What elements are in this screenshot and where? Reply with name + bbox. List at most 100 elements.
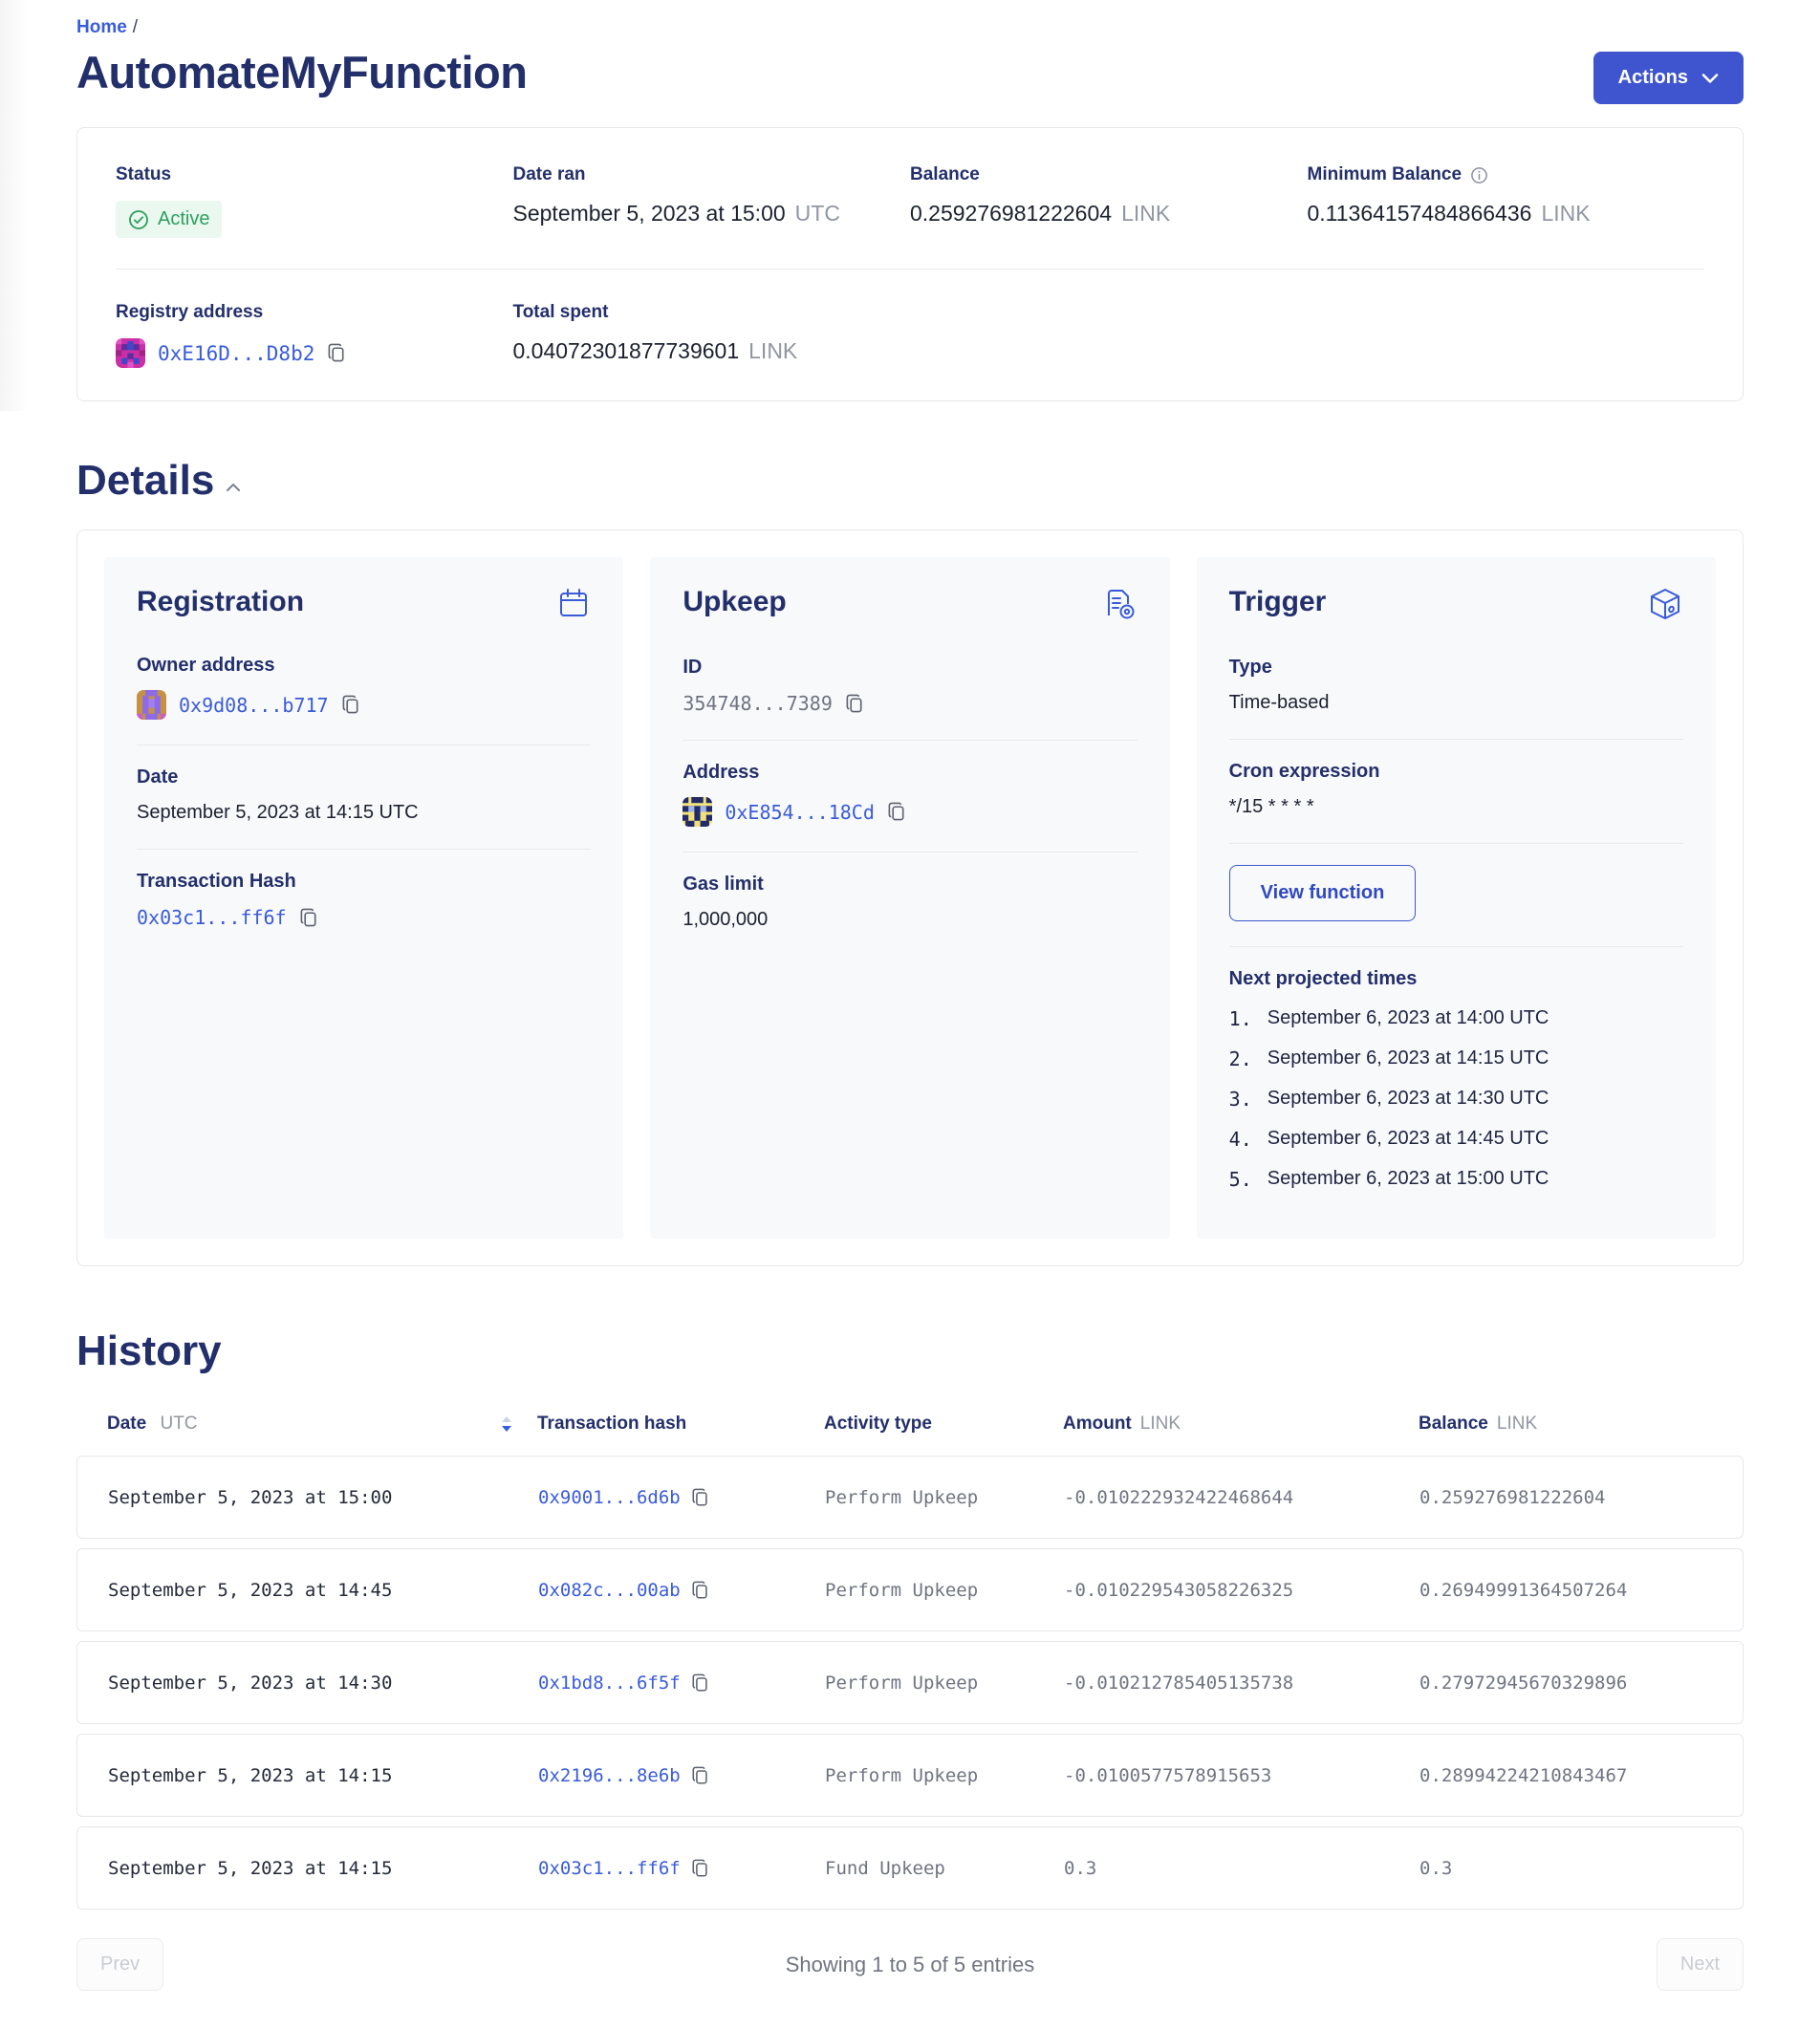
copy-icon[interactable] <box>691 1673 710 1694</box>
registry-address-field: Registry address 0xE16D...D8b2 <box>116 302 513 368</box>
table-row: September 5, 2023 at 14:15 0x2196...8e6b… <box>76 1734 1744 1817</box>
row-balance: 0.259276981222604 <box>1419 1487 1743 1508</box>
projected-time-item: 5. September 6, 2023 at 15:00 UTC <box>1229 1168 1683 1191</box>
row-balance: 0.3 <box>1419 1858 1743 1879</box>
owner-identicon <box>137 690 166 720</box>
total-spent-field: Total spent 0.04072301877739601 LINK <box>513 302 911 368</box>
trigger-type-label: Type <box>1229 657 1683 679</box>
registry-address-label: Registry address <box>116 302 513 323</box>
row-hash-link[interactable]: 0x9001...6d6b <box>538 1487 681 1508</box>
status-badge: Active <box>116 201 222 238</box>
row-hash-link[interactable]: 0x1bd8...6f5f <box>538 1673 681 1694</box>
projected-time-index: 3. <box>1229 1088 1252 1111</box>
projected-time-text: September 6, 2023 at 14:15 UTC <box>1268 1047 1549 1070</box>
upkeep-id-label: ID <box>682 657 1137 679</box>
column-header-balance: Balance LINK <box>1419 1414 1744 1435</box>
min-balance-field: Minimum Balance 0.11364157484866436 LINK <box>1308 164 1705 238</box>
balance-unit: LINK <box>1121 201 1170 227</box>
sort-icon[interactable] <box>501 1416 512 1432</box>
projected-time-item: 2. September 6, 2023 at 14:15 UTC <box>1229 1047 1683 1070</box>
row-balance: 0.26949991364507264 <box>1419 1580 1743 1601</box>
cron-expression-label: Cron expression <box>1229 761 1683 783</box>
view-function-button[interactable]: View function <box>1229 865 1417 921</box>
owner-address-link[interactable]: 0x9d08...b717 <box>179 694 329 717</box>
next-projected-times-section: Next projected times 1. September 6, 202… <box>1229 947 1683 1216</box>
history-heading: History <box>76 1327 1744 1375</box>
copy-icon[interactable] <box>887 801 907 823</box>
pagination: Prev Showing 1 to 5 of 5 entries Next <box>76 1938 1744 1991</box>
copy-icon[interactable] <box>299 907 319 929</box>
status-badge-label: Active <box>158 208 209 230</box>
balance-field: Balance 0.259276981222604 LINK <box>910 164 1308 238</box>
column-header-activity: Activity type <box>824 1414 1063 1435</box>
registration-title: Registration <box>137 586 304 618</box>
row-amount: -0.010222932422468644 <box>1064 1487 1419 1508</box>
copy-icon[interactable] <box>691 1487 710 1508</box>
column-header-date[interactable]: Date UTC <box>107 1414 537 1435</box>
copy-icon[interactable] <box>341 694 361 716</box>
history-heading-label: History <box>76 1327 222 1375</box>
balance-label: Balance <box>910 164 1308 185</box>
breadcrumb-home-link[interactable]: Home <box>76 17 127 37</box>
projected-time-index: 4. <box>1229 1128 1252 1151</box>
actions-button[interactable]: Actions <box>1593 52 1744 104</box>
pagination-summary: Showing 1 to 5 of 5 entries <box>786 1953 1035 1977</box>
next-projected-times-label: Next projected times <box>1229 968 1683 990</box>
upkeep-address-identicon <box>682 797 712 827</box>
registration-date-label: Date <box>137 766 591 788</box>
transaction-hash-link[interactable]: 0x03c1...ff6f <box>137 906 287 929</box>
status-card-divider <box>116 269 1704 270</box>
chevron-up-icon[interactable] <box>226 483 241 492</box>
owner-address-label: Owner address <box>137 655 591 677</box>
next-button[interactable]: Next <box>1657 1938 1744 1991</box>
check-circle-icon <box>128 209 149 230</box>
upkeep-address-link[interactable]: 0xE854...18Cd <box>725 801 875 824</box>
status-field: Status Active <box>116 164 513 238</box>
row-activity: Perform Upkeep <box>825 1673 1064 1694</box>
table-row: September 5, 2023 at 14:30 0x1bd8...6f5f… <box>76 1641 1744 1724</box>
projected-time-item: 1. September 6, 2023 at 14:00 UTC <box>1229 1007 1683 1030</box>
copy-icon[interactable] <box>327 342 347 364</box>
row-amount: -0.010212785405135738 <box>1064 1673 1419 1694</box>
upkeep-id-section: ID 354748...7389 <box>682 636 1137 741</box>
date-ran-value: September 5, 2023 at 15:00 <box>513 201 786 227</box>
row-activity: Perform Upkeep <box>825 1765 1064 1786</box>
breadcrumb-separator: / <box>133 17 138 37</box>
history-table-body: September 5, 2023 at 15:00 0x9001...6d6b… <box>76 1456 1744 1910</box>
total-spent-unit: LINK <box>748 338 797 364</box>
status-label: Status <box>116 164 513 185</box>
trigger-type-value: Time-based <box>1229 692 1683 714</box>
view-function-section: View function <box>1229 844 1683 947</box>
projected-time-index: 2. <box>1229 1047 1252 1070</box>
total-spent-value: 0.04072301877739601 <box>513 338 740 364</box>
trigger-title: Trigger <box>1229 586 1327 618</box>
upkeep-address-section: Address 0xE854...18Cd <box>682 741 1137 853</box>
cron-expression-section: Cron expression */15 * * * * <box>1229 740 1683 844</box>
projected-time-item: 3. September 6, 2023 at 14:30 UTC <box>1229 1088 1683 1111</box>
topbar: AutomateMyFunction Actions <box>76 42 1744 127</box>
row-date: September 5, 2023 at 14:30 <box>108 1673 538 1694</box>
min-balance-label: Minimum Balance <box>1308 164 1462 185</box>
history-table-header: Date UTC Transaction hash Activity type … <box>76 1404 1744 1456</box>
registry-address-link[interactable]: 0xE16D...D8b2 <box>158 342 314 365</box>
row-hash-link[interactable]: 0x2196...8e6b <box>538 1765 681 1786</box>
upkeep-title: Upkeep <box>682 586 786 618</box>
copy-icon[interactable] <box>845 693 865 715</box>
hash-column-label: Transaction hash <box>537 1414 686 1435</box>
activity-column-label: Activity type <box>824 1414 932 1435</box>
status-card: Status Active Date ran September 5, 2023… <box>76 127 1744 401</box>
document-gear-icon <box>1101 586 1138 622</box>
copy-icon[interactable] <box>691 1580 710 1601</box>
date-column-unit: UTC <box>160 1414 197 1434</box>
prev-button[interactable]: Prev <box>76 1938 163 1991</box>
projected-time-text: September 6, 2023 at 14:30 UTC <box>1268 1088 1549 1111</box>
info-icon[interactable] <box>1470 166 1488 184</box>
actions-button-label: Actions <box>1618 67 1688 89</box>
upkeep-card: Upkeep ID 354748...7389 Address <box>650 557 1169 1239</box>
copy-icon[interactable] <box>691 1858 710 1879</box>
copy-icon[interactable] <box>691 1765 710 1786</box>
row-activity: Perform Upkeep <box>825 1487 1064 1508</box>
breadcrumb: Home / <box>76 17 1744 38</box>
row-hash-link[interactable]: 0x082c...00ab <box>538 1580 681 1601</box>
row-hash-link[interactable]: 0x03c1...ff6f <box>538 1858 681 1879</box>
